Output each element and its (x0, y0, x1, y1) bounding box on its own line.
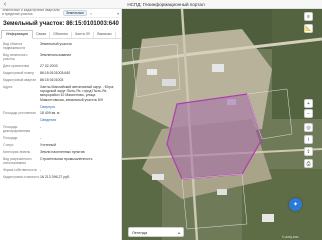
attr-row: Форма собственности - (3, 167, 118, 174)
attr-row: Категория земель Земли населенных пунктов (3, 149, 118, 156)
map-copyright: © НСПД 2024 (282, 236, 299, 239)
layer-filter[interactable]: Земельные и кадастровые кварталы в преде… (0, 9, 121, 18)
attr-key: Площадь (3, 136, 18, 141)
attr-key: Площадь декларированная (3, 125, 31, 134)
assistant-button[interactable]: ✦ (289, 198, 302, 211)
attr-value: Ханты-Мансийский автономный округ - Югра… (40, 84, 115, 102)
attr-value: 18 409 кв. м (40, 111, 60, 116)
attr-row: Статус Учтенный (3, 142, 118, 149)
attr-row: Кадастровый номер 86:15:0101003:640 (3, 70, 118, 77)
attr-key: Кадастровый квартал (3, 77, 37, 82)
tab-parts[interactable]: Части ЗУ (72, 32, 95, 38)
attr-value: Строительная промышленность (40, 157, 93, 162)
attr-key: Вид земельного участка (3, 53, 28, 62)
attr-value: Земли населенных пунктов (40, 150, 85, 155)
attr-value: 27.02.2003 (40, 63, 58, 68)
layer-filter-chip[interactable]: Земельные (63, 9, 87, 17)
print-icon[interactable]: ⎙ (304, 159, 313, 168)
layer-filter-label: Земельные и кадастровые кварталы в преде… (2, 9, 60, 16)
attr-key: Площадь уточненная (3, 111, 36, 116)
attr-row: Кадастровая стоимость 16 213 396,27 руб. (3, 174, 118, 181)
attr-key: Вид объекта недвижимости (3, 42, 26, 51)
attr-value: Земельный участок (40, 42, 72, 47)
back-arrow-icon[interactable]: ‹ (0, 1, 10, 8)
attr-row: Адрес Ханты-Мансийский автономный округ -… (3, 84, 118, 104)
ruler-icon[interactable]: 📐 (304, 24, 313, 33)
info-icon[interactable]: i (304, 135, 313, 144)
chevron-up-icon: ▴ (177, 229, 180, 235)
attr-key: Кадастровый номер (3, 70, 34, 75)
attr-row: Сведения (3, 117, 118, 124)
attr-row: Кадастровый квартал 86:15:0101003 (3, 77, 118, 84)
attr-row: Дата присвоения 27.02.2003 (3, 63, 118, 70)
plus-icon[interactable]: + (304, 99, 313, 108)
minus-icon[interactable]: − (304, 109, 313, 118)
app-bar: ‹ НСПД: Геоинформационный портал (0, 0, 322, 9)
attr-key: Категория земель (3, 150, 31, 155)
legend-label: Легенда (132, 229, 148, 235)
attr-key: Кадастровая стоимость (3, 174, 40, 179)
attr-key: Вид разрешенного использования (3, 157, 32, 166)
chevron-down-icon[interactable]: ▾ (117, 11, 119, 16)
attr-value: 86:15:0101003 (40, 77, 64, 82)
attribute-list: Вид объекта недвижимости Земельный участо… (0, 39, 121, 181)
attr-row: Свернуть (3, 103, 118, 110)
attr-value: - (40, 136, 42, 141)
app-title: НСПД: Геоинформационный портал (127, 1, 205, 7)
attr-value: 86:15:0101003:640 (40, 70, 71, 75)
attr-row: Площадь уточненная 18 409 кв. м (3, 110, 118, 117)
attr-row: Вид объекта недвижимости Земельный участо… (3, 41, 118, 52)
chat-icon: ✦ (292, 202, 299, 208)
layers-icon[interactable]: ≡ (304, 12, 313, 21)
attr-row: Площадь декларированная - (3, 124, 118, 135)
tab-information[interactable]: Информация (1, 30, 34, 39)
card-tabs: Информация Связи Объекты Части ЗУ Выписк… (0, 30, 121, 39)
attr-value: Землепользование (40, 53, 72, 58)
share-icon[interactable]: ⇪ (304, 147, 313, 156)
tab-objects[interactable]: Объекты (50, 32, 72, 38)
attr-value: - (40, 125, 42, 130)
object-info-panel: Земельные и кадастровые кварталы в преде… (0, 9, 122, 240)
attr-key: Статус (3, 143, 14, 148)
attr-key: Форма собственности (3, 167, 37, 172)
attr-key: Дата присвоения (3, 63, 30, 68)
attr-value: - (40, 167, 42, 172)
attr-row: Вид разрешенного использования Строительн… (3, 156, 118, 167)
legend-toggle[interactable]: Легенда ▴ (128, 227, 184, 237)
card-header: Земельный участок: 86:15:0101003:640 ⋮ × (0, 18, 121, 30)
attr-value: 16 213 396,27 руб. (40, 174, 71, 179)
close-icon[interactable]: × (90, 11, 92, 16)
card-title: Земельный участок: 86:15:0101003:640 (3, 21, 119, 27)
tab-extracts[interactable]: Выписки (94, 32, 116, 38)
attr-row: Площадь - (3, 135, 118, 142)
collapse-link[interactable]: Свернуть (40, 105, 55, 109)
attr-key: Адрес (3, 84, 13, 89)
details-link[interactable]: Сведения (40, 118, 56, 122)
attr-row: Вид земельного участка Землепользование (3, 52, 118, 63)
location-icon[interactable]: ◎ (304, 123, 313, 132)
tab-links[interactable]: Связи (33, 32, 51, 38)
attr-value: Учтенный (40, 143, 56, 148)
